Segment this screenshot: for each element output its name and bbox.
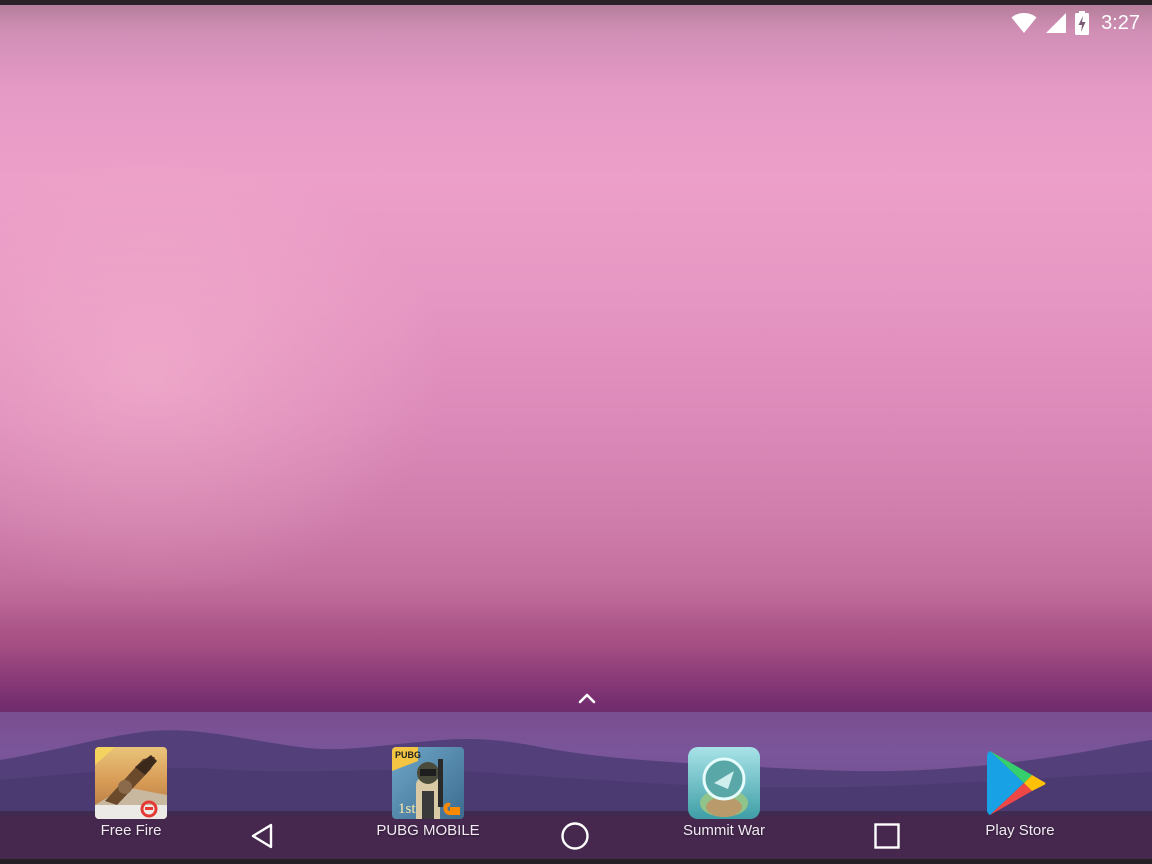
free-fire-icon <box>95 747 167 819</box>
recents-icon <box>874 823 900 849</box>
back-icon <box>251 823 273 849</box>
app-summit-war[interactable]: Summit War <box>654 747 794 839</box>
status-time: 3:27 <box>1101 11 1140 34</box>
navigation-bar-edge <box>0 859 1152 864</box>
wallpaper-glow <box>0 150 450 600</box>
home-icon <box>561 822 589 850</box>
app-free-fire[interactable]: Free Fire <box>61 747 201 839</box>
app-pubg-mobile[interactable]: PUBG 1st PUBG MOBILE <box>358 747 498 839</box>
app-label: Play Store <box>985 822 1055 839</box>
cell-signal-icon <box>1046 13 1067 33</box>
chevron-up-icon <box>578 693 596 704</box>
recents-button[interactable] <box>867 816 907 856</box>
play-store-icon <box>984 747 1056 819</box>
app-play-store[interactable]: Play Store <box>950 747 1090 839</box>
status-bar: 3:27 <box>1011 10 1140 36</box>
home-button[interactable] <box>555 816 595 856</box>
pubg-mobile-icon: PUBG 1st <box>392 747 464 819</box>
summit-war-icon <box>688 747 760 819</box>
wifi-icon <box>1011 13 1037 33</box>
pubg-icon-text: 1st <box>398 801 416 817</box>
app-label: PUBG MOBILE <box>376 822 480 839</box>
back-button[interactable] <box>243 816 283 856</box>
app-label: Free Fire <box>100 822 162 839</box>
battery-charging-icon <box>1075 11 1090 35</box>
all-apps-button[interactable] <box>574 688 600 708</box>
home-screen: 3:27 Free Fire PUBG 1st PUBG MOBILE Summ… <box>0 0 1152 864</box>
pubg-badge-text: PUBG <box>395 750 421 760</box>
app-label: Summit War <box>683 822 765 839</box>
